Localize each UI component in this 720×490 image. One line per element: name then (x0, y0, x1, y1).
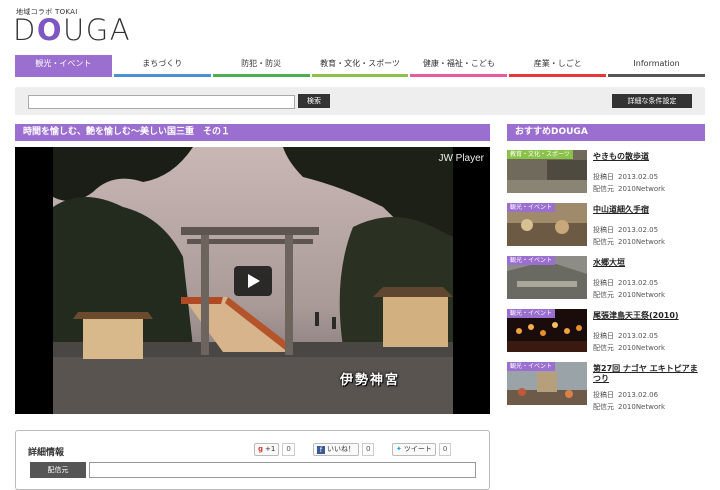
nav-tab-information[interactable]: Information (608, 55, 706, 77)
gplus-icon: g (258, 445, 264, 453)
recommended-posted: 投稿日 2013.02.05 (593, 172, 658, 182)
posted-date: 2013.02.05 (618, 279, 659, 287)
recommended-thumbnail[interactable]: 観光・イベント (507, 203, 587, 246)
recommended-distributor: 配信元 2010Network (593, 402, 665, 412)
tweet-count: 0 (438, 443, 452, 456)
posted-date: 2013.02.05 (618, 173, 659, 181)
recommended-posted: 投稿日 2013.02.06 (593, 390, 658, 400)
gplus-share: g +1 0 (254, 443, 295, 456)
distributor-label: 配信元 (30, 462, 86, 478)
site-logo[interactable]: DOUGA (13, 13, 131, 47)
recommended-item[interactable]: 観光・イベント 尾張津島天王祭(2010) 投稿日 2013.02.05 配信元 2… (507, 309, 705, 357)
facebook-like-label: いいね！ (327, 445, 355, 453)
distributor-name: 2010Network (618, 185, 666, 193)
recommended-item-title[interactable]: 中山道細久手宿 (593, 205, 703, 215)
distributor-label: 配信元 (593, 403, 614, 411)
recommended-posted: 投稿日 2013.02.05 (593, 331, 658, 341)
facebook-like-button[interactable]: f いいね！ (313, 443, 359, 456)
category-nav: 観光・イベント まちづくり 防犯・防災 教育・文化・スポーツ 健康・福祉・こども… (15, 55, 706, 77)
recommended-distributor: 配信元 2010Network (593, 184, 665, 194)
facebook-like-count: 0 (362, 443, 375, 456)
recommended-item-title[interactable]: 尾張津島天王祭(2010) (593, 311, 703, 321)
nav-tab-tourism-events[interactable]: 観光・イベント (15, 55, 112, 77)
distributor-value (89, 462, 476, 478)
distributor-name: 2010Network (618, 403, 666, 411)
details-panel (15, 430, 490, 490)
distributor-label: 配信元 (593, 238, 614, 246)
gplus-label: +1 (265, 445, 276, 453)
recommended-item[interactable]: 教育・文化・スポーツ やきもの散歩道 投稿日 2013.02.05 配信元 2010… (507, 150, 705, 198)
recommended-item[interactable]: 観光・イベント 水郷大垣 投稿日 2013.02.05 配信元 2010Networ… (507, 256, 705, 304)
recommended-thumbnail[interactable]: 教育・文化・スポーツ (507, 150, 587, 193)
recommended-item-title[interactable]: やきもの散歩道 (593, 152, 703, 162)
search-button[interactable]: 検索 (298, 94, 330, 108)
twitter-share: ✦ ツイート 0 (392, 443, 452, 456)
recommended-posted: 投稿日 2013.02.05 (593, 278, 658, 288)
recommended-category-badge: 観光・イベント (507, 256, 556, 265)
recommended-thumbnail[interactable]: 観光・イベント (507, 362, 587, 405)
recommended-category-badge: 観光・イベント (507, 203, 556, 212)
recommended-category-badge: 観光・イベント (507, 309, 556, 318)
nav-tab-health-welfare-children[interactable]: 健康・福祉・こども (410, 55, 508, 77)
tweet-button[interactable]: ✦ ツイート (392, 443, 436, 456)
nav-tab-industry-work[interactable]: 産業・しごと (509, 55, 607, 77)
tweet-label: ツイート (403, 445, 432, 453)
logo-letters-uga: UGA (63, 13, 132, 47)
recommended-item[interactable]: 観光・イベント 第27回 ナゴヤ エキトピアまつり 投稿日 2013.02.06 … (507, 362, 705, 412)
recommended-thumbnail[interactable]: 観光・イベント (507, 256, 587, 299)
posted-date: 2013.02.05 (618, 332, 659, 340)
recommended-distributor: 配信元 2010Network (593, 290, 665, 300)
nav-tab-education-culture-sports[interactable]: 教育・文化・スポーツ (311, 55, 409, 77)
posted-label: 投稿日 (593, 332, 614, 340)
distributor-label: 配信元 (593, 344, 614, 352)
logo-letter-o: O (36, 13, 63, 47)
posted-label: 投稿日 (593, 226, 614, 234)
player-brand-label: JW Player (438, 153, 484, 164)
nav-tab-town-development[interactable]: まちづくり (113, 55, 211, 77)
video-caption: 伊勢神宮 (340, 373, 401, 388)
twitter-bird-icon: ✦ (396, 445, 402, 453)
facebook-icon: f (317, 445, 325, 454)
play-button-icon[interactable] (234, 266, 272, 296)
distributor-name: 2010Network (618, 238, 666, 246)
gplus-count: 0 (282, 443, 295, 456)
recommended-category-badge: 教育・文化・スポーツ (507, 150, 573, 159)
distributor-name: 2010Network (618, 291, 666, 299)
recommended-distributor: 配信元 2010Network (593, 343, 665, 353)
recommended-item-title[interactable]: 第27回 ナゴヤ エキトピアまつり (593, 364, 703, 384)
facebook-share: f いいね！ 0 (313, 443, 375, 456)
advanced-search-button[interactable]: 詳細な条件設定 (612, 94, 692, 108)
search-input[interactable] (28, 95, 295, 109)
recommended-item[interactable]: 観光・イベント 中山道細久手宿 投稿日 2013.02.05 配信元 2010Net… (507, 203, 705, 251)
recommended-title: おすすめDOUGA (507, 124, 705, 141)
video-player[interactable]: JW Player 伊勢神宮 (15, 147, 490, 414)
posted-label: 投稿日 (593, 391, 614, 399)
recommended-thumbnail[interactable]: 観光・イベント (507, 309, 587, 352)
posted-date: 2013.02.05 (618, 226, 659, 234)
recommended-item-title[interactable]: 水郷大垣 (593, 258, 703, 268)
nav-tab-crime-disaster-prevention[interactable]: 防犯・防災 (212, 55, 310, 77)
logo-letter-d: D (13, 13, 37, 47)
distributor-name: 2010Network (618, 344, 666, 352)
video-title: 時間を愉しむ、艶を愉しむ〜美しい国三重 その１ (15, 124, 490, 141)
recommended-distributor: 配信元 2010Network (593, 237, 665, 247)
details-title: 詳細情報 (28, 448, 65, 458)
gplus-button[interactable]: g +1 (254, 443, 280, 456)
recommended-category-badge: 観光・イベント (507, 362, 556, 371)
posted-label: 投稿日 (593, 173, 614, 181)
distributor-label: 配信元 (593, 291, 614, 299)
recommended-posted: 投稿日 2013.02.05 (593, 225, 658, 235)
distributor-label: 配信元 (593, 185, 614, 193)
posted-label: 投稿日 (593, 279, 614, 287)
posted-date: 2013.02.06 (618, 391, 659, 399)
